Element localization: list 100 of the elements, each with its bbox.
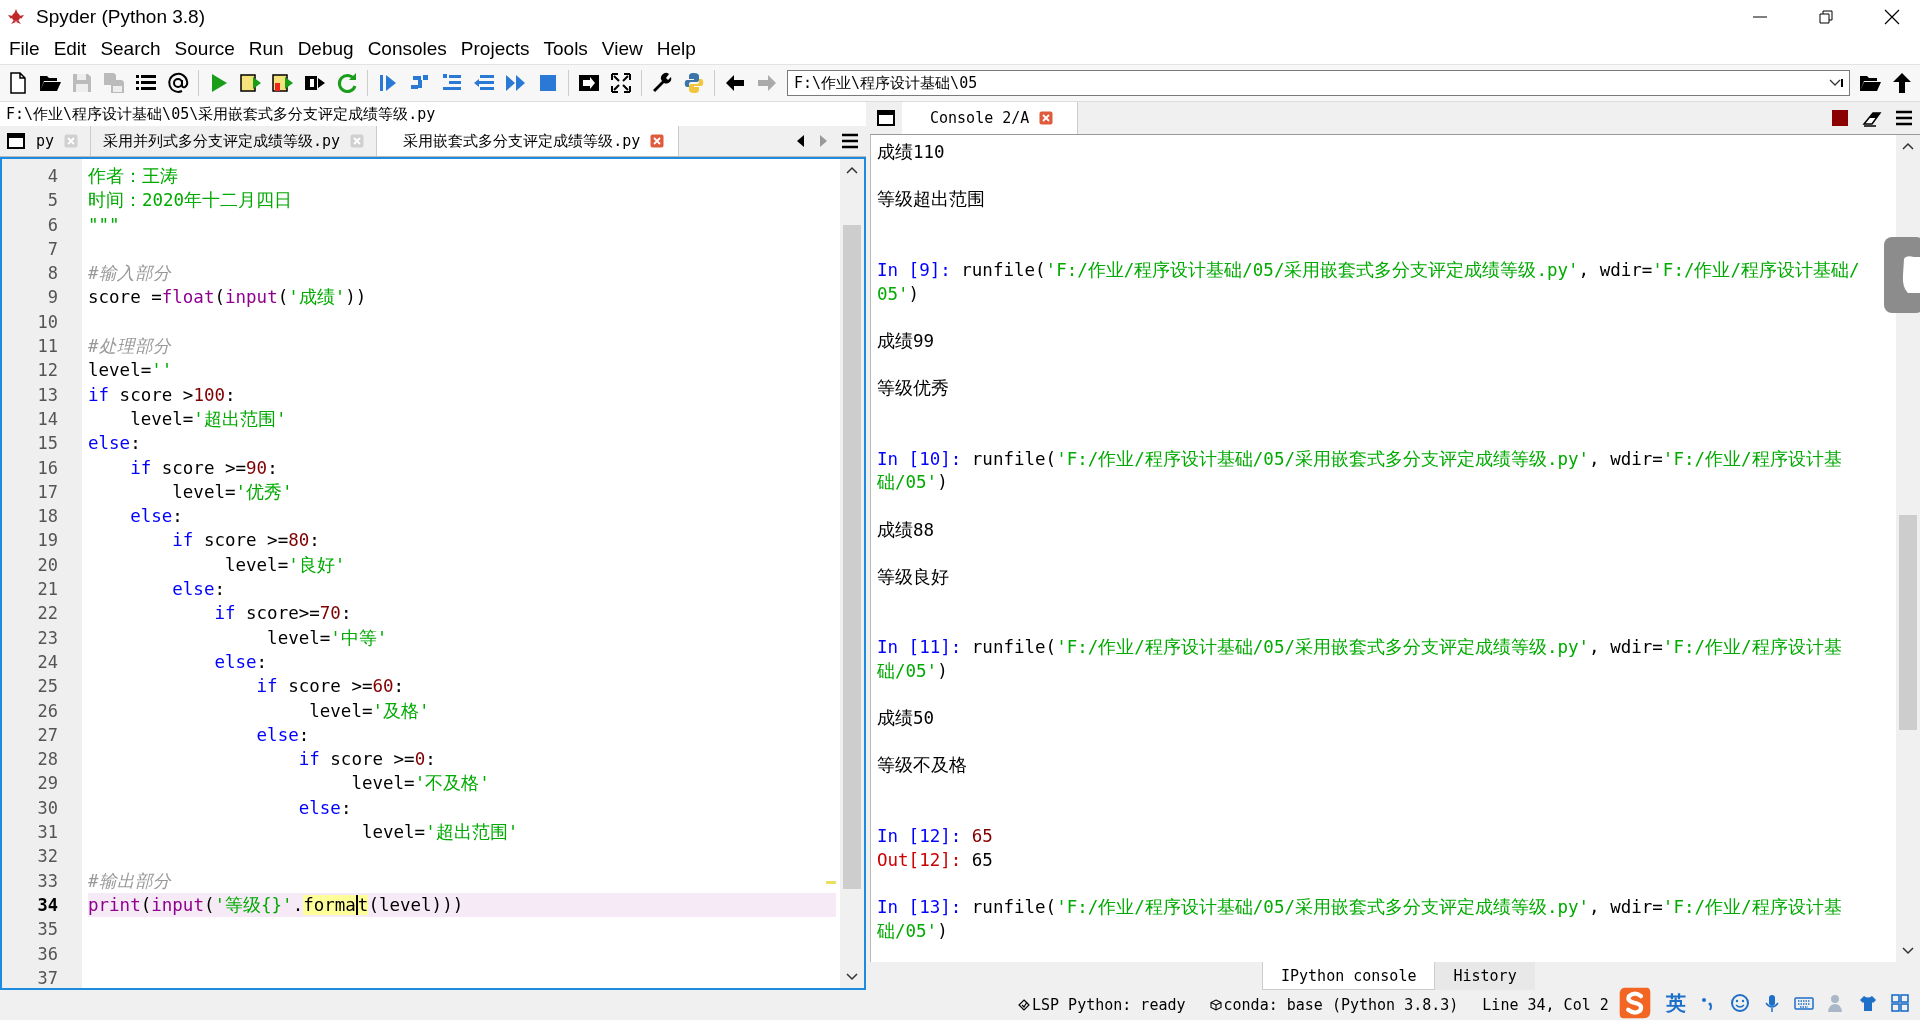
line-number: 32 <box>36 845 59 869</box>
line-number: 7 <box>46 237 59 261</box>
console-output: 成绩99 <box>877 329 936 353</box>
microphone-icon[interactable] <box>1762 993 1782 1013</box>
code-line: else: <box>255 724 310 745</box>
line-number: 23 <box>36 626 59 650</box>
code-line: level='优秀' <box>171 481 293 502</box>
menu-item[interactable]: Search <box>93 38 168 60</box>
ime-language[interactable]: 英 <box>1666 989 1686 1017</box>
grid-icon[interactable] <box>1890 993 1910 1013</box>
at-sign-icon[interactable] <box>166 71 190 95</box>
code-line: 作者：王涛 <box>88 166 178 186</box>
working-directory-combobox[interactable]: F:\作业\程序设计基础\05 <box>787 70 1850 96</box>
close-tab-icon[interactable] <box>1039 111 1054 125</box>
code-line: level='不及格' <box>350 773 490 794</box>
line-number: 28 <box>36 748 59 772</box>
run-cell-icon[interactable] <box>239 71 263 95</box>
line-number: 34 <box>36 893 59 917</box>
console-output: 等级优秀 <box>877 376 950 400</box>
console-output: 等级不及格 <box>877 754 968 778</box>
shirt-icon[interactable] <box>1858 993 1878 1013</box>
console-output: 等级超出范围 <box>877 188 986 212</box>
lsp-status-icon <box>1018 999 1030 1011</box>
menu-item[interactable]: Run <box>241 38 291 60</box>
menu-item[interactable]: Tools <box>536 38 595 60</box>
menu-item[interactable]: Debug <box>290 38 361 60</box>
console-tab[interactable]: Console 2/A <box>902 102 1079 134</box>
python-logo-icon[interactable] <box>682 71 706 95</box>
dropdown-caret-icon[interactable] <box>1829 79 1843 87</box>
line-number: 9 <box>46 286 59 310</box>
editor-tab[interactable]: 采用嵌套式多分支评定成绩等级.py <box>377 126 680 156</box>
spyder-logo-icon <box>6 7 26 27</box>
code-line: #输出部分 <box>88 870 171 891</box>
file-path-label: F:\作业\程序设计基础\05\采用嵌套式多分支评定成绩等级.py <box>0 102 866 126</box>
conda-env-status: conda: base (Python 3.8.3) <box>1223 996 1459 1014</box>
scroll-right-icon[interactable] <box>818 134 828 148</box>
stop-kernel-icon[interactable] <box>1830 108 1850 128</box>
console-line: In [12]: 65 <box>877 825 994 849</box>
line-number: 33 <box>36 869 59 893</box>
code-line: else: <box>129 506 183 527</box>
line-number: 36 <box>36 942 59 966</box>
line-number: 12 <box>36 359 59 383</box>
line-number: 14 <box>36 407 59 431</box>
scroll-up-icon[interactable] <box>845 165 859 175</box>
code-line: if score >=90: <box>129 457 278 478</box>
cube-icon <box>1209 999 1222 1011</box>
scroll-left-icon[interactable] <box>796 134 806 148</box>
rerun-icon[interactable] <box>335 71 359 95</box>
console-output: 成绩50 <box>877 707 936 731</box>
code-line: else: <box>297 797 352 818</box>
console-output: 等级良好 <box>877 565 950 589</box>
scroll-up-icon[interactable] <box>1901 141 1915 151</box>
code-line: if score >100: <box>88 384 236 405</box>
scroll-down-icon[interactable] <box>845 972 859 982</box>
close-tab-icon[interactable] <box>650 134 665 148</box>
line-number: 26 <box>36 699 59 723</box>
lsp-status: LSP Python: ready <box>1032 996 1186 1014</box>
console-output: 成绩88 <box>877 518 936 542</box>
menu-item[interactable]: View <box>594 38 650 60</box>
scrollbar-thumb[interactable] <box>1899 515 1917 730</box>
menu-item[interactable]: Help <box>649 38 703 60</box>
pane-tab[interactable]: IPython console <box>1262 962 1436 990</box>
code-line: """ <box>88 214 120 235</box>
side-handle-icon[interactable] <box>1884 237 1920 313</box>
line-number: 15 <box>36 432 59 456</box>
code-line: level='良好' <box>223 554 346 575</box>
line-number: 24 <box>36 650 59 674</box>
scrollbar-thumb[interactable] <box>843 225 861 889</box>
menu-item[interactable]: Projects <box>453 38 537 60</box>
scroll-down-icon[interactable] <box>1901 946 1915 956</box>
code-line: level='中等' <box>266 627 388 648</box>
menu-item[interactable]: File <box>2 38 47 60</box>
console-output: 成绩110 <box>877 141 946 164</box>
window-icon[interactable] <box>6 131 26 151</box>
fullscreen-icon[interactable] <box>609 71 633 95</box>
pane-tab[interactable]: History <box>1435 962 1535 990</box>
code-line: level='及格' <box>308 700 430 721</box>
smiley-icon[interactable] <box>1730 993 1750 1013</box>
close-icon[interactable] <box>1884 9 1900 25</box>
line-number: 27 <box>36 723 59 747</box>
menu-icon[interactable] <box>1894 108 1914 128</box>
code-line: else: <box>171 579 225 600</box>
menu-item[interactable]: Consoles <box>360 38 454 60</box>
line-number: 31 <box>36 821 59 844</box>
window-icon[interactable] <box>876 108 896 128</box>
menu-item[interactable]: Edit <box>46 38 94 60</box>
line-number: 13 <box>36 383 59 407</box>
run-cell-advance-icon[interactable] <box>271 71 295 95</box>
line-number: 22 <box>36 602 59 626</box>
code-line: else: <box>213 651 268 672</box>
code-line: if score >=0: <box>297 749 436 770</box>
line-number: 8 <box>46 262 59 286</box>
warning-marker <box>826 881 836 884</box>
restore-icon[interactable] <box>1818 9 1834 25</box>
console-line: In [9]: runfile('F:/作业/程序设计基础/05/采用嵌套式多分支评定成绩等级.py', wdir='F:/作业/程序设计基础/05') <box>877 258 1861 306</box>
code-line: level='超出范围' <box>129 408 287 429</box>
window-title: Spyder (Python 3.8) <box>36 6 205 28</box>
code-line: level='超出范围' <box>360 822 519 842</box>
menu-icon[interactable] <box>840 131 860 151</box>
menu-item[interactable]: Source <box>167 38 242 60</box>
